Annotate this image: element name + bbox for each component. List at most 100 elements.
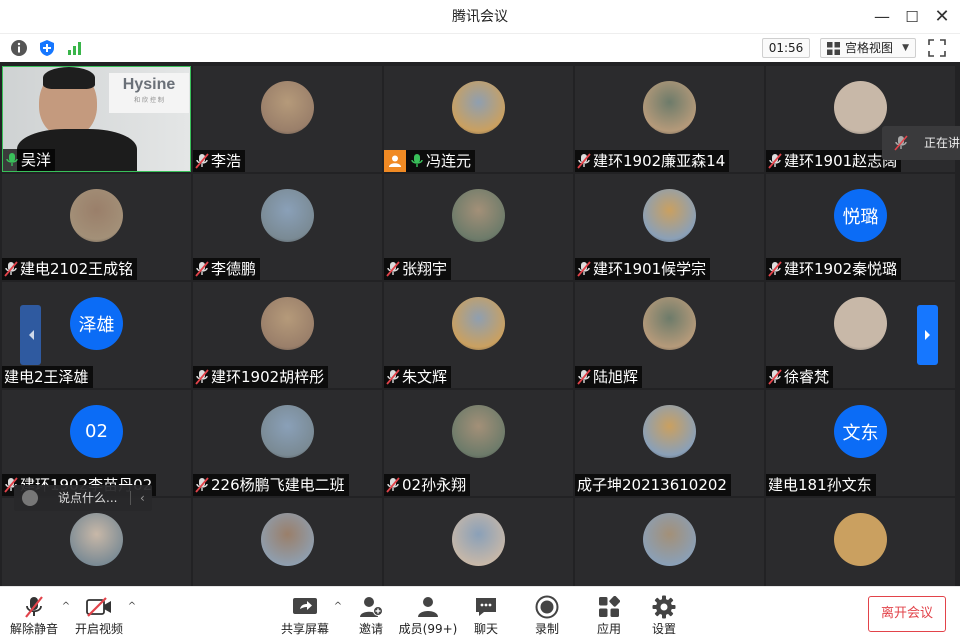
unmute-button[interactable]: 解除静音	[4, 595, 64, 639]
avatar	[643, 189, 696, 242]
close-button[interactable]: ✕	[930, 5, 954, 29]
speaking-label: 正在讲	[924, 136, 960, 150]
mic-muted-icon	[577, 369, 591, 385]
shield-icon[interactable]	[37, 38, 57, 58]
meeting-info-bar: 01:56 宫格视图 ▼	[0, 34, 960, 62]
collapse-chat-button[interactable]: ‹	[140, 485, 145, 511]
avatar	[452, 513, 505, 566]
avatar: 悦璐	[834, 189, 887, 242]
participant-name: 建环1902胡梓彤	[211, 368, 325, 386]
avatar: 02	[70, 405, 123, 458]
participant-tile[interactable]: 悦璐 建环1902秦悦璐	[766, 174, 955, 280]
participant-nameplate: 建环1902廉亚森14	[575, 150, 730, 172]
avatar	[261, 513, 314, 566]
participant-tile[interactable]: 朱文辉	[384, 282, 573, 388]
members-button[interactable]: 成员(99+)	[398, 595, 458, 639]
participant-name: 吴洋	[21, 151, 52, 169]
participant-tile[interactable]: 建电2102王成铭	[2, 174, 191, 280]
start-video-label: 开启视频	[74, 622, 123, 636]
participant-nameplate: 李德鹏	[193, 258, 261, 280]
participant-tile[interactable]: 建环1901候学宗	[575, 174, 764, 280]
participant-tile[interactable]	[2, 498, 191, 586]
settings-button[interactable]: 设置	[634, 595, 694, 639]
participant-name: 李浩	[211, 152, 242, 170]
next-page-button[interactable]	[917, 305, 938, 365]
chat-button[interactable]: 聊天	[456, 595, 516, 639]
participant-tile[interactable]	[193, 498, 382, 586]
participant-name: 冯连元	[426, 152, 472, 170]
mic-muted-icon	[768, 369, 782, 385]
apps-icon	[596, 595, 622, 619]
prev-page-button[interactable]	[20, 305, 41, 365]
avatar	[261, 81, 314, 134]
avatar	[643, 513, 696, 566]
mic-muted-icon	[21, 595, 47, 619]
participant-tile[interactable]: 成子坤20213610202	[575, 390, 764, 496]
record-button[interactable]: 录制	[517, 595, 577, 639]
invite-button[interactable]: 邀请	[341, 595, 401, 639]
participant-tile[interactable]: 文东 建电181孙文东	[766, 390, 955, 496]
avatar	[452, 189, 505, 242]
participant-nameplate: 冯连元	[384, 150, 476, 172]
participant-tile[interactable]: 冯连元	[384, 66, 573, 172]
participant-tile[interactable]: 02建环1902李苗丹02	[2, 390, 191, 496]
share-screen-button[interactable]: 共享屏幕	[275, 595, 335, 639]
gear-icon	[651, 595, 677, 619]
unmute-label: 解除静音	[9, 622, 58, 636]
participant-name: 建环1901候学宗	[593, 260, 707, 278]
speaking-indicator: 正在讲	[882, 126, 960, 160]
minimize-button[interactable]: —	[870, 5, 894, 29]
participant-tile[interactable]: 02孙永翔	[384, 390, 573, 496]
participant-nameplate: 建环1901候学宗	[575, 258, 711, 280]
signal-icon[interactable]	[65, 38, 85, 58]
participant-tile[interactable]	[575, 498, 764, 586]
mic-muted-icon	[894, 135, 908, 151]
participant-name: 李德鹏	[211, 260, 257, 278]
participant-tile[interactable]: 张翔宇	[384, 174, 573, 280]
avatar	[452, 405, 505, 458]
avatar	[643, 81, 696, 134]
participant-tile[interactable]: 李德鹏	[193, 174, 382, 280]
fullscreen-icon[interactable]	[928, 39, 946, 57]
participant-name: 张翔宇	[402, 260, 448, 278]
chat-input[interactable]: 说点什么... ‹	[14, 485, 152, 511]
window-title: 腾讯会议	[452, 9, 508, 25]
avatar: 泽雄	[70, 297, 123, 350]
participant-nameplate: 建电2王泽雄	[2, 366, 93, 388]
chevron-left-icon	[28, 330, 34, 340]
participant-name: 陆旭辉	[593, 368, 639, 386]
participant-tile[interactable]: 建环1902胡梓彤	[193, 282, 382, 388]
avatar	[452, 81, 505, 134]
participant-nameplate: 成子坤20213610202	[575, 474, 731, 496]
participant-nameplate: 陆旭辉	[575, 366, 643, 388]
participant-tile[interactable]: 陆旭辉	[575, 282, 764, 388]
participant-tile[interactable]: 226杨鹏飞建电二班	[193, 390, 382, 496]
participant-tile[interactable]	[384, 498, 573, 586]
mic-icon	[5, 152, 19, 168]
apps-button[interactable]: 应用	[579, 595, 639, 639]
start-video-button[interactable]: 开启视频	[69, 595, 129, 639]
participant-name: 朱文辉	[402, 368, 448, 386]
participant-tile[interactable]: Hysine 和 欣 控 制吴洋	[2, 66, 191, 172]
participant-tile[interactable]	[766, 498, 955, 586]
avatar	[643, 405, 696, 458]
add-user-icon	[358, 595, 384, 619]
participant-tile[interactable]: 建环1902廉亚森14	[575, 66, 764, 172]
info-icon[interactable]	[9, 38, 29, 58]
logo-tagline: 和 欣 控 制	[134, 97, 164, 104]
view-mode-dropdown[interactable]: 宫格视图 ▼	[820, 38, 916, 58]
chat-icon	[473, 595, 499, 619]
mic-muted-icon	[386, 261, 400, 277]
video-options-caret[interactable]: ^	[126, 601, 138, 613]
maximize-button[interactable]: ☐	[900, 5, 924, 29]
divider	[130, 491, 131, 505]
participant-tile[interactable]: 李浩	[193, 66, 382, 172]
mic-icon	[410, 153, 424, 169]
logo-brand: Hysine	[122, 76, 176, 93]
emoji-icon[interactable]	[22, 490, 38, 506]
participant-nameplate: 建环1901赵志阔	[766, 150, 902, 172]
participant-name: 徐睿梵	[784, 368, 830, 386]
mic-muted-icon	[195, 153, 209, 169]
avatar	[261, 405, 314, 458]
leave-meeting-button[interactable]: 离开会议	[868, 596, 946, 632]
